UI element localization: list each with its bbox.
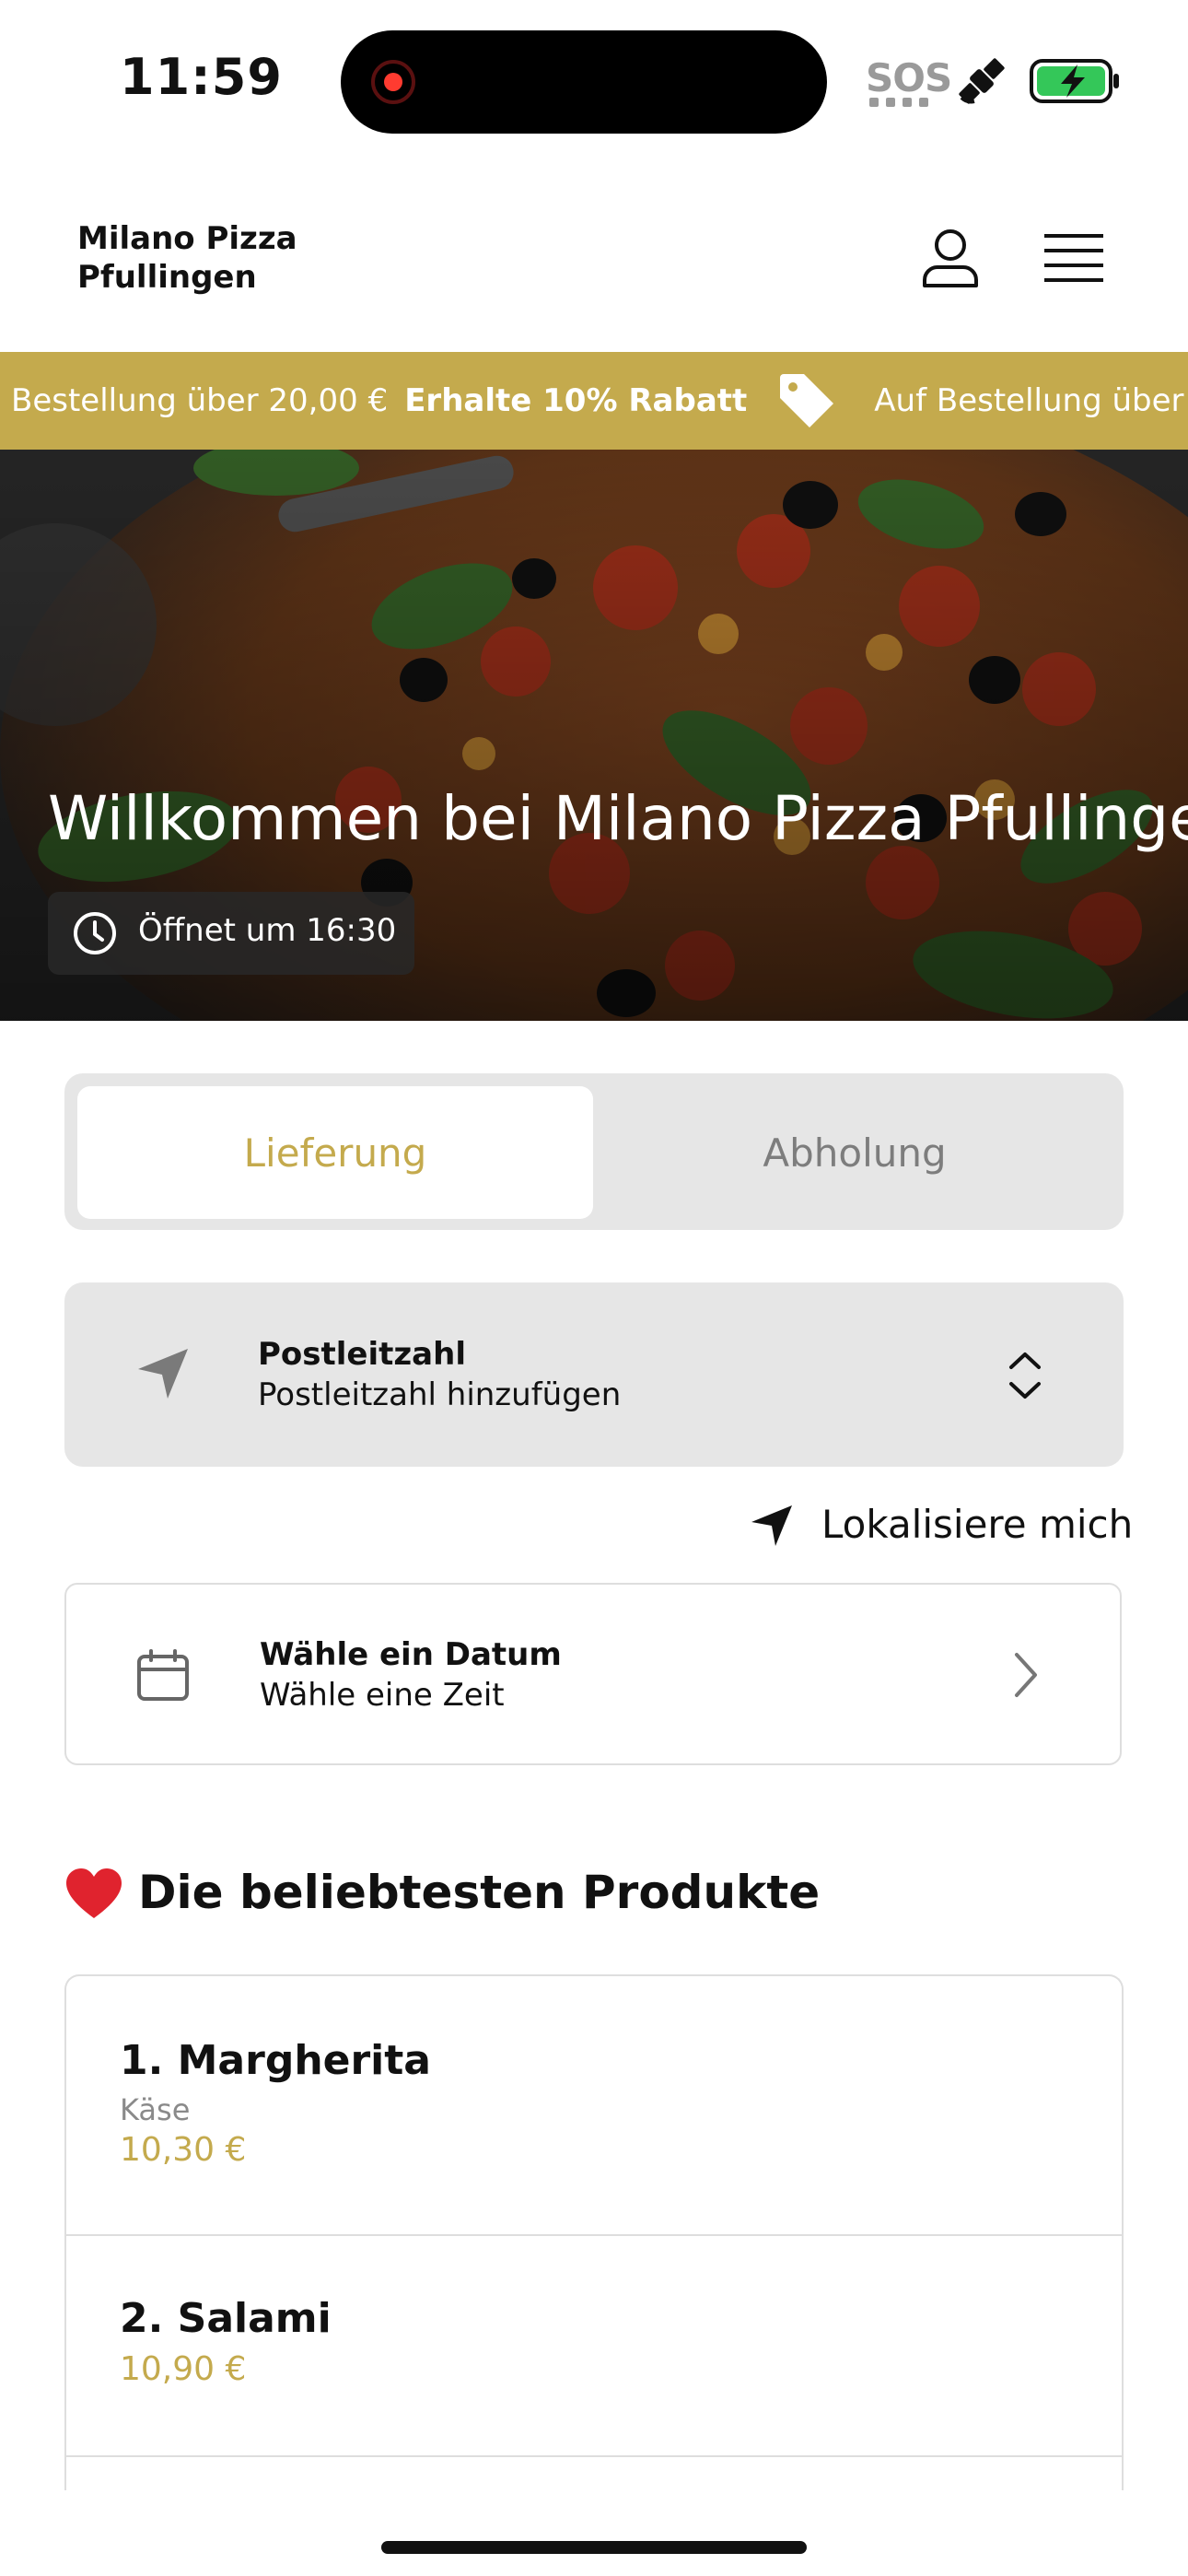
menu-icon[interactable] — [1041, 228, 1107, 289]
chevron-up-down-icon — [1009, 1352, 1041, 1399]
battery-charging-icon — [1030, 59, 1119, 103]
clock-icon — [74, 912, 116, 954]
product-name: 2. Salami — [120, 2295, 332, 2342]
recording-indicator-icon — [371, 60, 415, 104]
tab-pickup[interactable]: Abholung — [597, 1086, 1112, 1219]
status-time: 11:59 — [120, 48, 283, 106]
product-name: 1. Margherita — [120, 2037, 431, 2084]
restaurant-name[interactable]: Milano Pizza Pfullingen — [77, 219, 372, 297]
popular-products-list: 1. Margherita Käse 10,30 € 2. Salami 10,… — [64, 1974, 1124, 2490]
promo-text-repeat: Auf Bestellung über 20, — [874, 382, 1188, 419]
product-price: 10,90 € — [120, 2350, 247, 2388]
location-arrow-icon — [138, 1349, 188, 1399]
user-icon[interactable] — [917, 225, 984, 291]
calendar-icon — [137, 1649, 189, 1701]
opening-status-text: Öffnet um 16:30 — [138, 912, 397, 949]
product-price: 10,30 € — [120, 2131, 247, 2169]
locate-arrow-icon[interactable] — [748, 1502, 796, 1550]
promo-text: Bestellung über 20,00 € — [11, 382, 389, 419]
promo-banner: Bestellung über 20,00 € Erhalte 10% Raba… — [0, 352, 1188, 450]
tag-icon — [780, 374, 834, 427]
sos-indicator: SOS — [866, 55, 952, 100]
satellite-icon — [959, 58, 1005, 104]
time-label: Wähle eine Zeit — [260, 1677, 505, 1714]
date-time-picker[interactable] — [64, 1583, 1122, 1765]
postcode-selector[interactable] — [64, 1282, 1124, 1467]
heart-icon — [66, 1868, 122, 1918]
postcode-hint: Postleitzahl hinzufügen — [258, 1376, 622, 1413]
promo-highlight: Erhalte 10% Rabatt — [404, 382, 748, 419]
home-indicator — [381, 2541, 807, 2554]
chevron-right-icon — [1015, 1653, 1037, 1697]
product-item[interactable]: 1. Margherita Käse 10,30 € — [66, 1976, 1122, 2236]
welcome-title: Willkommen bei Milano Pizza Pfullingen — [48, 783, 1188, 854]
product-description: Käse — [120, 2092, 191, 2127]
signal-dots-icon — [869, 98, 928, 107]
date-label: Wähle ein Datum — [260, 1636, 562, 1673]
locate-me-link[interactable]: Lokalisiere mich — [821, 1502, 1133, 1547]
postcode-label: Postleitzahl — [258, 1336, 466, 1373]
popular-products-title: Die beliebtesten Produkte — [138, 1866, 821, 1919]
tab-delivery[interactable]: Lieferung — [77, 1086, 593, 1219]
product-item[interactable]: 2. Salami 10,90 € — [66, 2236, 1122, 2457]
